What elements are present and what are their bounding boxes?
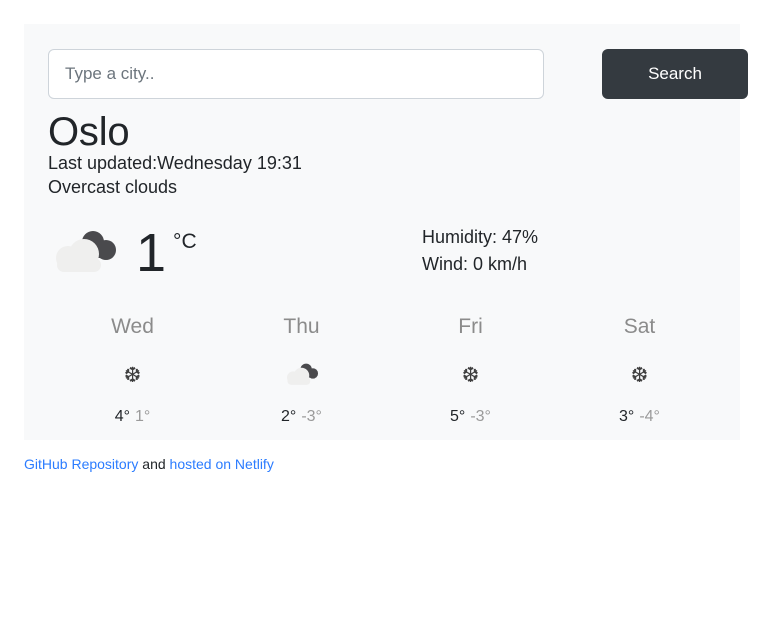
weather-metrics: Humidity: 47% Wind: 0 km/h bbox=[422, 224, 538, 279]
forecast-day-3: Sat ❆ 3° -4° bbox=[555, 314, 724, 426]
weather-condition-text: Overcast clouds bbox=[48, 177, 178, 197]
search-row: Search bbox=[48, 49, 748, 99]
last-updated-text: Last updated:Wednesday 19:31 bbox=[48, 153, 302, 173]
forecast-temps: 3° -4° bbox=[555, 407, 724, 426]
forecast-day-0: Wed ❆ 4° 1° bbox=[48, 314, 217, 426]
forecast-row: Wed ❆ 4° 1° Thu 2° -3° Fri ❆ 5° -3° Sat … bbox=[48, 314, 724, 426]
search-button[interactable]: Search bbox=[602, 49, 748, 99]
forecast-low: -4° bbox=[639, 408, 660, 426]
forecast-high: 4° bbox=[114, 408, 130, 426]
wind-value: Wind: 0 km/h bbox=[422, 254, 528, 275]
github-repository-link[interactable]: GitHub Repository bbox=[24, 456, 138, 472]
city-name: Oslo bbox=[48, 110, 130, 154]
temperature-unit: °C bbox=[173, 230, 197, 253]
broken-clouds-icon bbox=[280, 360, 324, 390]
temperature-block: 1 °C bbox=[48, 210, 197, 296]
forecast-temps: 5° -3° bbox=[386, 407, 555, 426]
netlify-host-link[interactable]: hosted on Netlify bbox=[170, 456, 274, 472]
forecast-high: 2° bbox=[281, 408, 297, 426]
forecast-high: 5° bbox=[450, 408, 466, 426]
forecast-day-label: Sat bbox=[623, 315, 656, 338]
forecast-icon-wrapper: ❆ bbox=[555, 355, 724, 395]
weather-app-page: Search Oslo Last updated:Wednesday 19:31… bbox=[0, 0, 765, 621]
forecast-icon-wrapper bbox=[217, 355, 386, 395]
footer-separator: and bbox=[138, 456, 170, 472]
snowflake-icon: ❆ bbox=[461, 362, 480, 387]
current-conditions-row: 1 °C Humidity: 47% Wind: 0 km/h bbox=[48, 210, 724, 296]
forecast-temps: 2° -3° bbox=[217, 407, 386, 426]
forecast-day-label: Fri bbox=[458, 315, 483, 338]
forecast-day-2: Fri ❆ 5° -3° bbox=[386, 314, 555, 426]
snowflake-icon: ❆ bbox=[123, 362, 142, 387]
forecast-temps: 4° 1° bbox=[48, 407, 217, 426]
weather-card: Search Oslo Last updated:Wednesday 19:31… bbox=[24, 24, 748, 440]
forecast-high: 3° bbox=[619, 408, 635, 426]
forecast-icon-wrapper: ❆ bbox=[386, 355, 555, 395]
forecast-low: 1° bbox=[135, 408, 151, 426]
humidity-value: Humidity: 47% bbox=[422, 227, 539, 247]
forecast-low: -3° bbox=[470, 408, 491, 426]
forecast-icon-wrapper: ❆ bbox=[48, 355, 217, 395]
forecast-low: -3° bbox=[301, 408, 322, 426]
forecast-day-label: Wed bbox=[111, 315, 154, 338]
broken-clouds-icon bbox=[48, 224, 122, 282]
current-temperature: 1 bbox=[136, 223, 167, 283]
search-input[interactable] bbox=[48, 49, 544, 99]
footer: GitHub Repository and hosted on Netlify bbox=[24, 455, 274, 473]
forecast-day-1: Thu 2° -3° bbox=[217, 314, 386, 426]
forecast-day-label: Thu bbox=[283, 315, 320, 338]
snowflake-icon: ❆ bbox=[630, 362, 649, 387]
